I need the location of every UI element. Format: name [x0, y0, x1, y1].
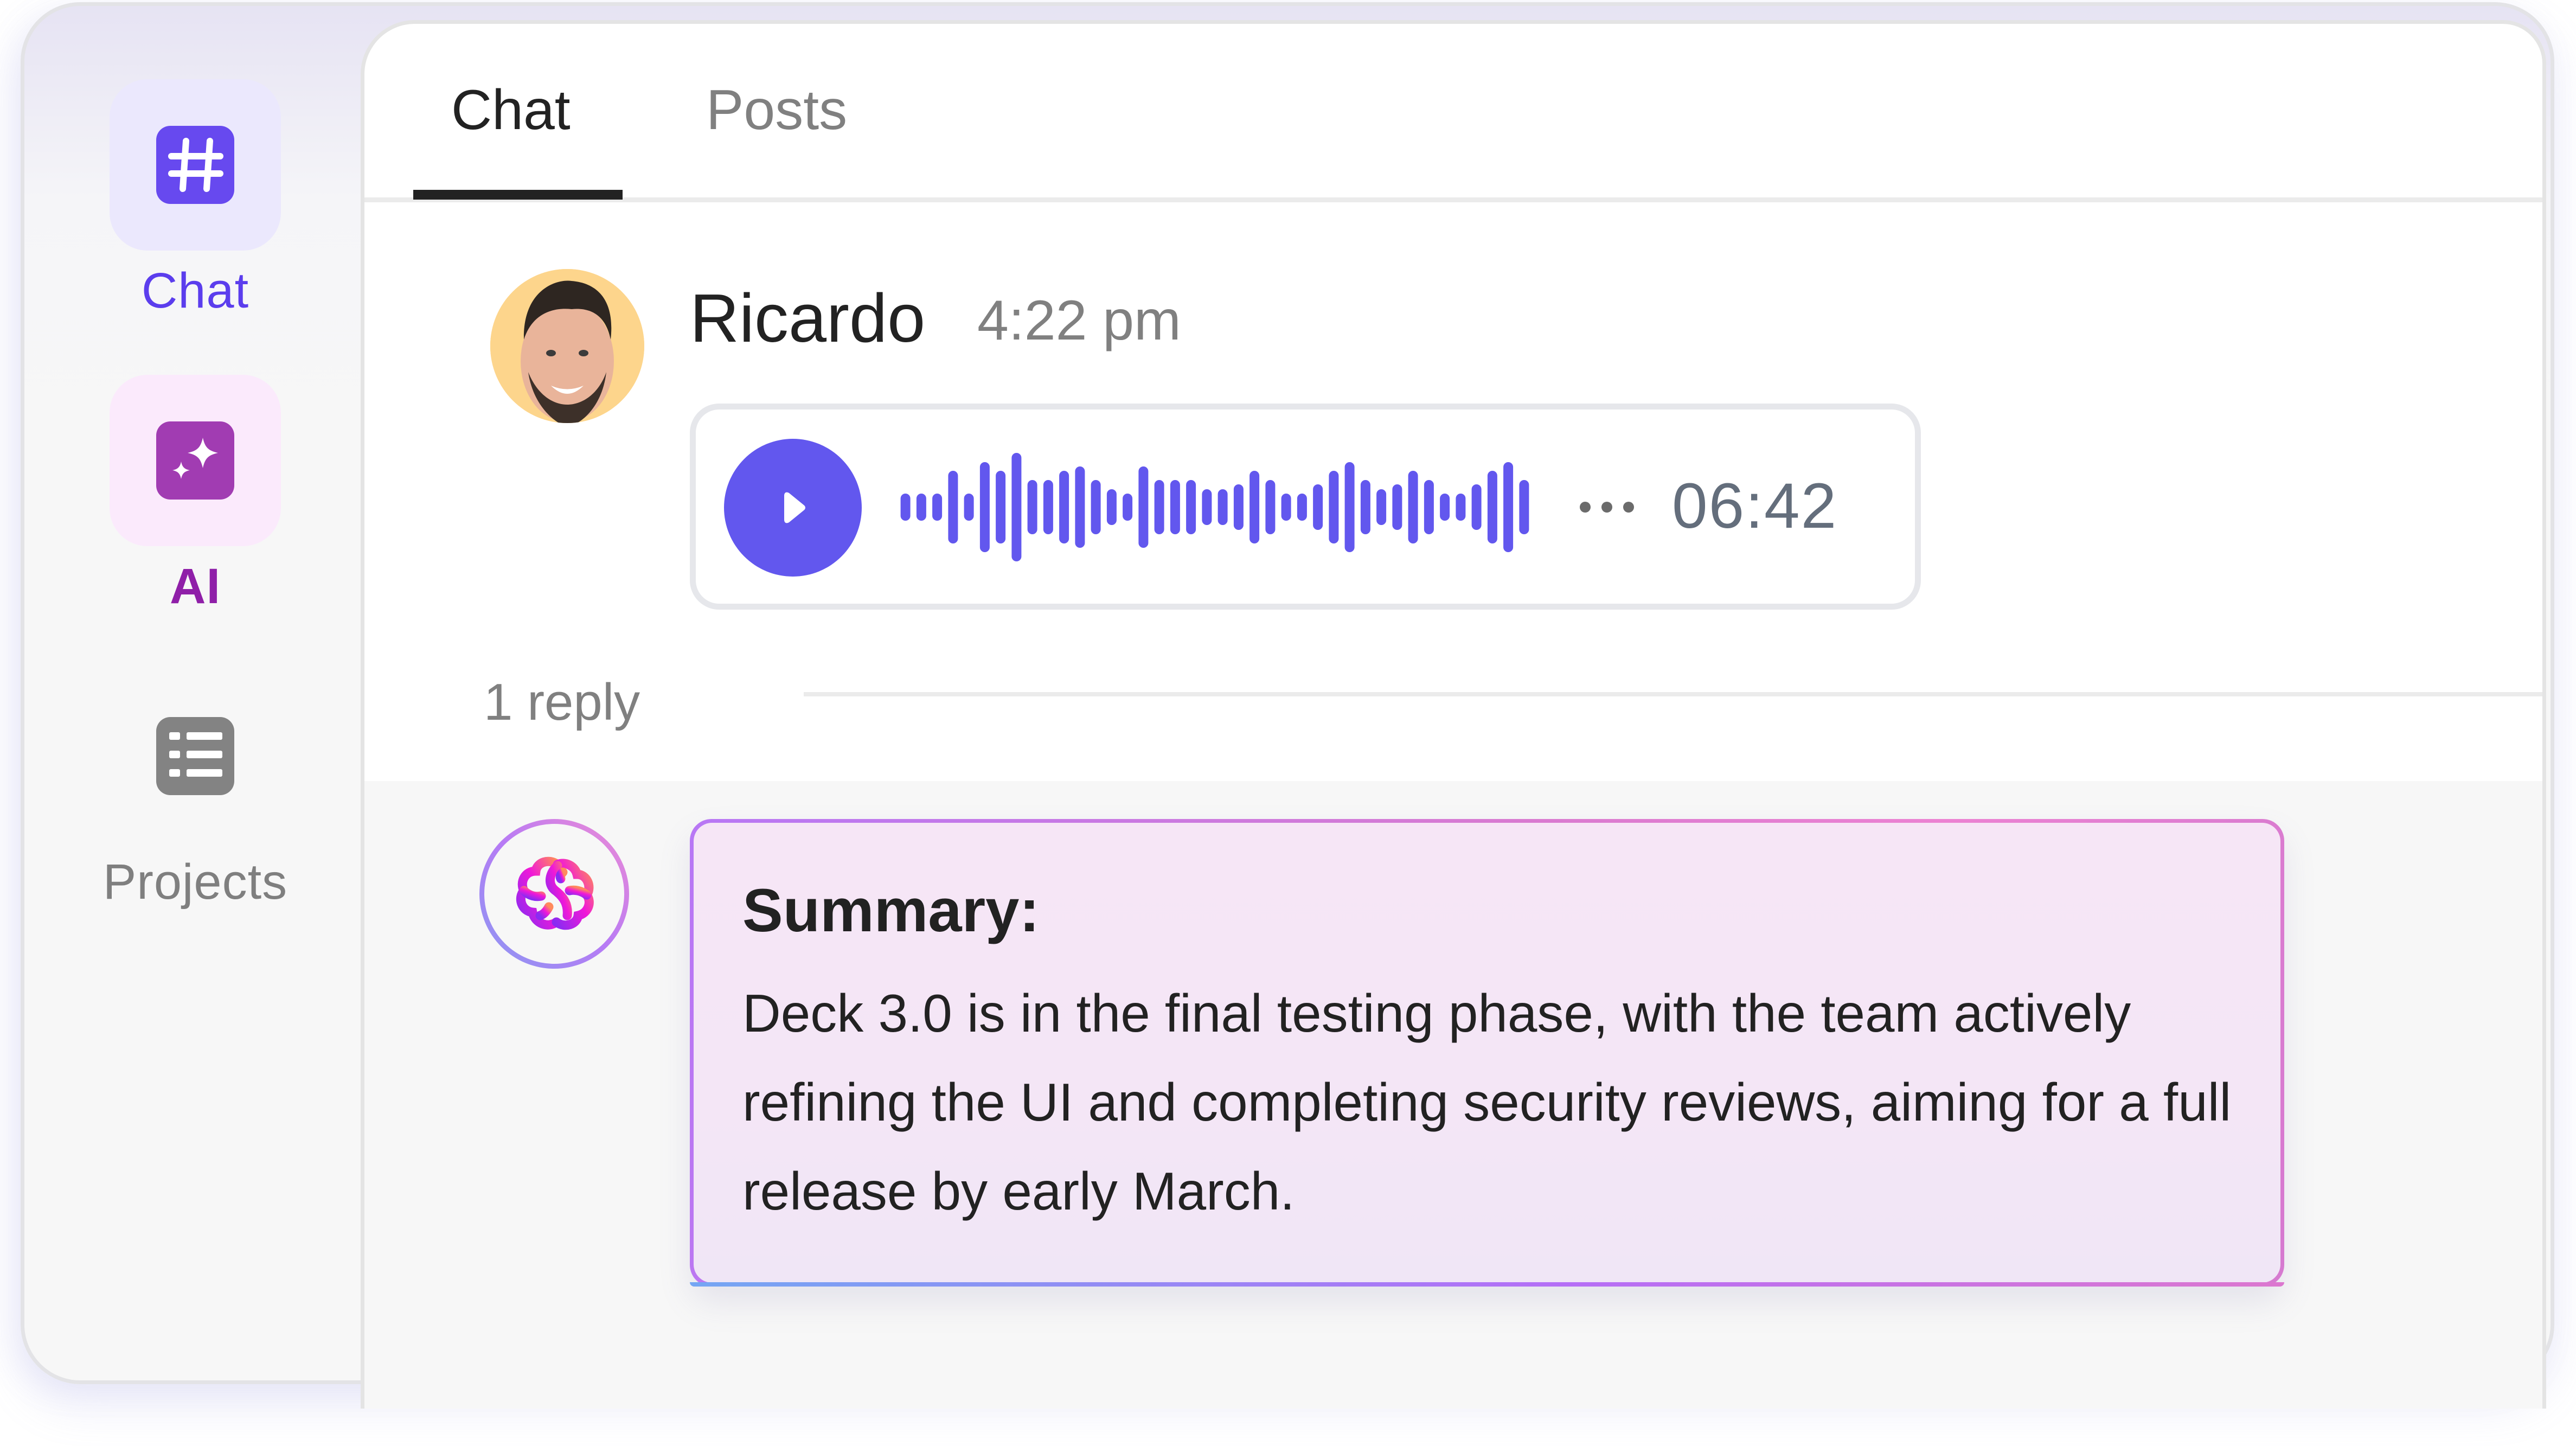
- ai-tile: [110, 375, 281, 546]
- hash-icon: [156, 126, 234, 204]
- waveform-bar: [948, 471, 958, 543]
- waveform-bar: [1106, 489, 1117, 525]
- waveform-bar: [1408, 471, 1418, 543]
- tab-posts[interactable]: Posts: [706, 78, 847, 143]
- waveform-bar: [1376, 489, 1387, 525]
- sidebar-item-label: Chat: [141, 263, 249, 318]
- sidebar-item-projects[interactable]: Projects: [24, 670, 366, 911]
- waveform-bar: [1011, 453, 1022, 561]
- message: Ricardo 4:22 pm 06:42 1 reply: [364, 203, 2542, 778]
- app-window: Chat AI Projects Chat Posts Ricardo 4:22…: [21, 2, 2554, 1409]
- tab-chat[interactable]: Chat: [451, 78, 571, 143]
- waveform-bar: [1265, 480, 1276, 534]
- waveform-bar: [979, 462, 990, 552]
- user-avatar-photo: [490, 269, 644, 423]
- waveform-bar: [1202, 489, 1212, 525]
- play-button[interactable]: [724, 439, 862, 577]
- waveform-bar: [1027, 480, 1037, 534]
- waveform-bar: [1123, 494, 1133, 521]
- waveform-bar: [1154, 480, 1164, 534]
- reply-count-link[interactable]: 1 reply: [484, 673, 640, 732]
- waveform-bar: [1091, 480, 1101, 534]
- waveform-bar: [1297, 494, 1307, 521]
- sidebar-item-label: Projects: [102, 854, 288, 910]
- waveform-bar: [1233, 484, 1244, 530]
- waveform-bar: [1217, 489, 1228, 525]
- chat-tile: [110, 79, 281, 251]
- waveform-bar: [1487, 471, 1497, 543]
- waveform-bar: [1360, 480, 1370, 534]
- waveform-bar: [1471, 484, 1482, 530]
- waveform-bar: [932, 494, 943, 521]
- waveform-bar: [1138, 466, 1149, 548]
- waveform-bar: [1456, 494, 1466, 521]
- voice-message-player: 06:42: [690, 404, 1921, 610]
- waveform-bar: [1424, 480, 1434, 534]
- waveform-bar: [996, 471, 1006, 543]
- waveform-bar: [1503, 462, 1514, 552]
- waveform-bar: [1186, 480, 1196, 534]
- waveform-bar: [1249, 471, 1260, 543]
- waveform-bar: [900, 494, 911, 521]
- message-author[interactable]: Ricardo: [690, 279, 925, 357]
- waveform-bar: [1043, 480, 1053, 534]
- waveform-bar: [1281, 494, 1291, 521]
- waveform-bar: [1170, 480, 1180, 534]
- projects-tile: [110, 670, 281, 842]
- waveform-bar: [1313, 484, 1323, 530]
- ai-avatar: [479, 819, 629, 969]
- waveform-bar: [916, 494, 926, 521]
- ai-summary-card: Summary: Deck 3.0 is in the final testin…: [690, 819, 2284, 1287]
- sidebar-item-label: AI: [170, 559, 221, 614]
- waveform-bar: [1392, 484, 1402, 530]
- audio-duration: 06:42: [1672, 470, 1838, 542]
- waveform-bar: [1329, 471, 1339, 543]
- waveform-bar: [1075, 466, 1085, 548]
- ai-brain-logo-icon: [516, 856, 594, 930]
- divider: [804, 692, 2542, 696]
- message-timestamp: 4:22 pm: [977, 289, 1181, 352]
- tab-bar: Chat Posts: [364, 24, 2542, 202]
- waveform-bar: [1344, 462, 1355, 552]
- active-tab-indicator: [413, 190, 623, 200]
- summary-title: Summary:: [742, 876, 1040, 944]
- sidebar: Chat AI Projects: [24, 6, 366, 1380]
- summary-body: Deck 3.0 is in the final testing phase, …: [742, 983, 2232, 1221]
- thread-replies: 1 reply: [484, 673, 2542, 738]
- reply-thread: Summary: Deck 3.0 is in the final testin…: [364, 781, 2542, 1409]
- sidebar-item-chat[interactable]: Chat: [24, 79, 366, 319]
- waveform-bar: [964, 494, 974, 521]
- play-icon: [784, 492, 805, 523]
- avatar[interactable]: [490, 269, 644, 423]
- waveform-bar: [1440, 494, 1450, 521]
- more-options-icon[interactable]: [1577, 491, 1637, 523]
- list-icon: [156, 717, 234, 795]
- sidebar-item-ai[interactable]: AI: [24, 375, 366, 615]
- chat-panel: Chat Posts Ricardo 4:22 pm 06:42 1 reply…: [361, 20, 2546, 1409]
- waveform-bar: [1059, 471, 1069, 543]
- sparkles-icon: [156, 421, 234, 500]
- audio-waveform[interactable]: [898, 410, 1532, 605]
- waveform-bar: [1519, 480, 1529, 534]
